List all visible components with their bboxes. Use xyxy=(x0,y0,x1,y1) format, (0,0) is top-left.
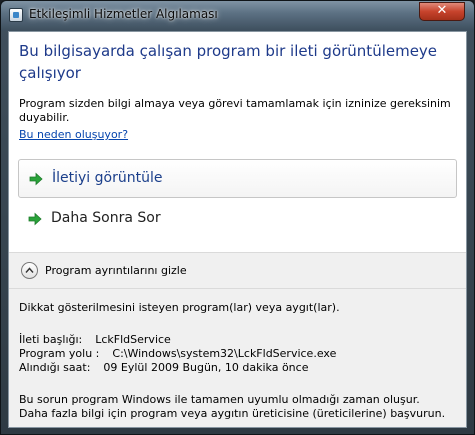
view-message-button[interactable]: İletiyi görüntüle xyxy=(18,159,457,198)
footer-line-1: Bu sorun program Windows ile tamamen uyu… xyxy=(19,393,420,406)
details-panel: Dikkat gösterilmesini isteyen program(la… xyxy=(9,289,466,427)
field-value: C:\Windows\system32\LckFldService.exe xyxy=(112,347,337,360)
chevron-up-icon[interactable] xyxy=(21,262,38,279)
details-intro: Dikkat gösterilmesini isteyen program(la… xyxy=(19,301,340,314)
received-time-row: Alındığı saat: 09 Eylül 2009 Bugün, 10 d… xyxy=(19,361,308,374)
why-link[interactable]: Bu neden oluşuyor? xyxy=(19,128,128,141)
program-path-row: Program yolu : C:\Windows\system32\LckFl… xyxy=(19,347,336,360)
footer-line-2: Daha fazla bilgi için program veya aygıt… xyxy=(19,407,446,420)
window-title: Etkileşimli Hizmetler Algılaması xyxy=(29,7,218,21)
field-key: Alındığı saat: xyxy=(19,361,91,374)
details-toggle[interactable]: Program ayrıntılarını gizle xyxy=(9,252,466,289)
message-title-row: İleti başlığı: LckFldService xyxy=(19,333,171,346)
main-heading: Bu bilgisayarda çalışan program bir ilet… xyxy=(19,42,438,82)
field-key: Program yolu : xyxy=(19,347,100,360)
ask-later-label: Daha Sonra Sor xyxy=(51,210,161,226)
description-text: Program sizden bilgi almaya veya görevi … xyxy=(19,97,451,124)
dialog-window: Etkileşimli Hizmetler Algılaması ✕ Bu bi… xyxy=(0,0,475,435)
title-bar[interactable]: Etkileşimli Hizmetler Algılaması ✕ xyxy=(1,1,474,31)
field-value: LckFldService xyxy=(95,333,171,346)
details-toggle-label: Program ayrıntılarını gizle xyxy=(45,264,187,277)
field-key: İleti başlığı: xyxy=(19,333,83,346)
close-button[interactable]: ✕ xyxy=(419,2,465,21)
dialog-content: Bu bilgisayarda çalışan program bir ilet… xyxy=(8,31,467,428)
field-value: 09 Eylül 2009 Bugün, 10 dakika önce xyxy=(103,361,309,374)
green-arrow-icon xyxy=(29,172,43,186)
app-icon xyxy=(9,8,23,22)
view-message-label: İletiyi görüntüle xyxy=(52,170,163,186)
ask-later-button[interactable]: Daha Sonra Sor xyxy=(18,200,457,239)
green-arrow-icon xyxy=(28,212,42,226)
